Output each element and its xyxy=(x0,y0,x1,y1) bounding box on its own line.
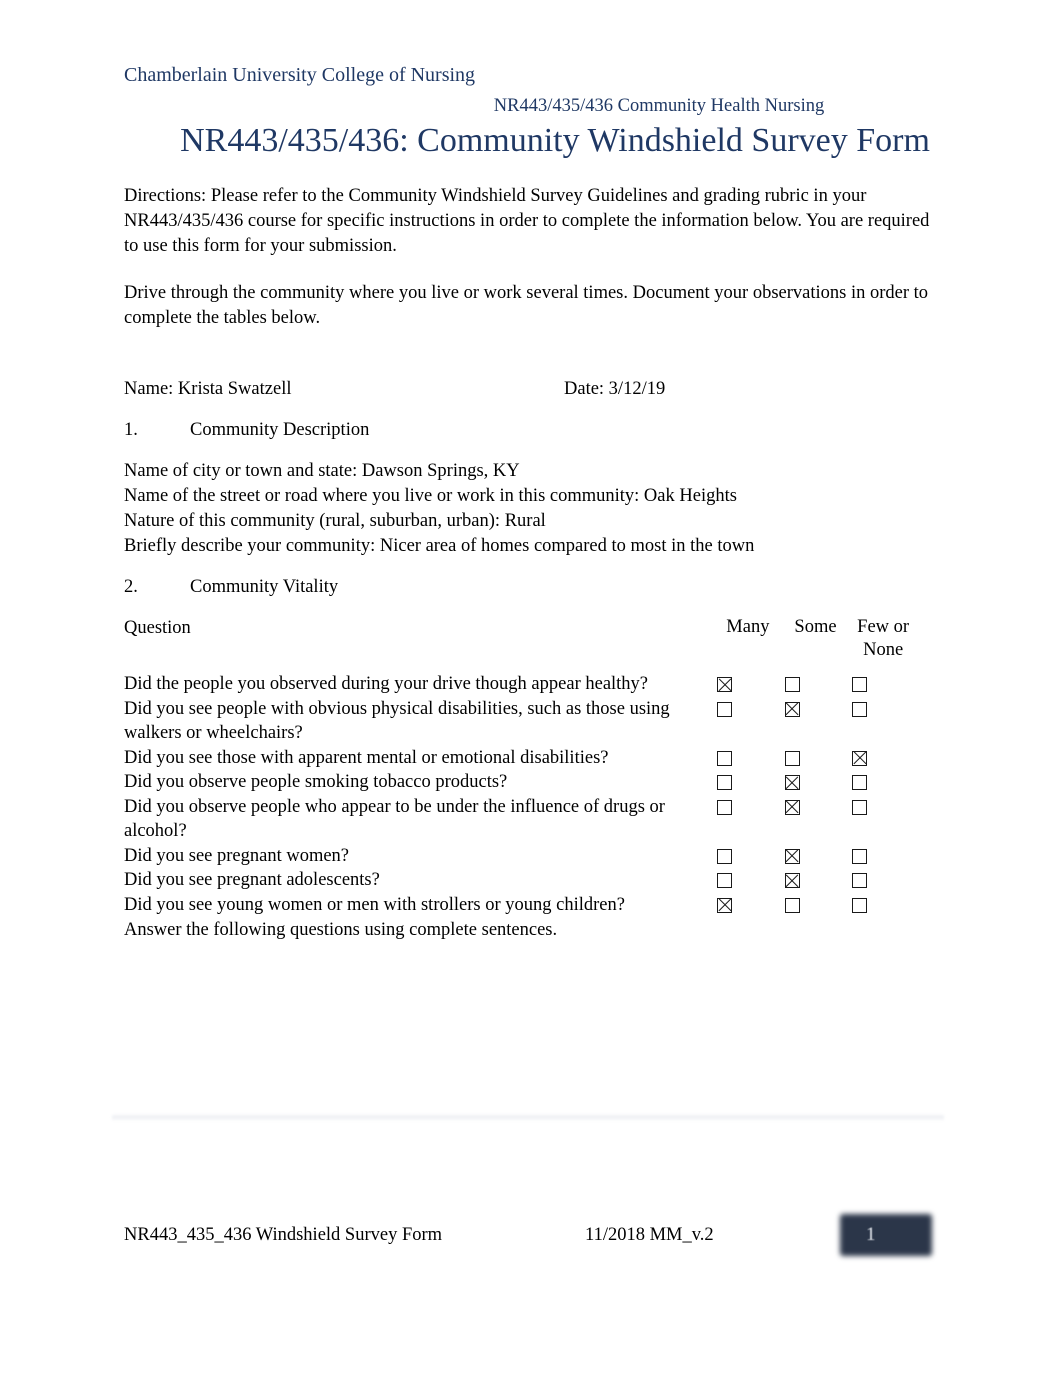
section-2-closing-note: Answer the following questions using com… xyxy=(124,920,558,940)
checkbox-some-checked[interactable] xyxy=(784,873,800,888)
name-date-row: Name: Krista Swatzell Date: 3/12/19 xyxy=(124,377,944,402)
column-header-many: Many xyxy=(726,617,770,637)
checkbox-few-or-none-unchecked[interactable] xyxy=(852,873,868,888)
checkbox-few-or-none-cell xyxy=(852,746,914,771)
checkbox-many-cell xyxy=(717,893,779,918)
checkbox-many-unchecked[interactable] xyxy=(717,873,732,888)
checkbox-few-or-none-unchecked[interactable] xyxy=(852,799,868,815)
section-2-number: 2. xyxy=(124,577,138,597)
course-subtitle: NR443/435/436 Community Health Nursing xyxy=(493,96,825,116)
section-2-heading: 2. Community Vitality xyxy=(124,575,944,600)
organization-heading: Chamberlain University College of Nursin… xyxy=(124,64,476,86)
checkbox-some-cell xyxy=(784,697,847,746)
question-text: Did you see those with apparent mental o… xyxy=(124,747,609,768)
checkbox-many-cell xyxy=(717,770,779,795)
checkbox-few-or-none-unchecked[interactable] xyxy=(852,897,868,913)
section-1-number: 1. xyxy=(124,420,138,440)
checkbox-some-unchecked[interactable] xyxy=(784,897,800,913)
checkbox-some-cell xyxy=(784,672,847,697)
document-content: Chamberlain University College of Nursin… xyxy=(124,0,944,943)
field-street-road[interactable]: Name of the street or road where you liv… xyxy=(124,484,944,509)
question-text: Did the people you observed during your … xyxy=(124,674,649,694)
checkbox-some-checked[interactable] xyxy=(784,848,800,864)
checkbox-many-cell xyxy=(717,844,779,869)
community-description-fields: Name of city or town and state: Dawson S… xyxy=(124,459,944,559)
checkbox-many-checked[interactable] xyxy=(717,897,732,913)
table-header-row: Question Many Some Few or None xyxy=(124,616,914,672)
checkbox-many-cell xyxy=(717,697,779,746)
table-body: Did the people you observed during your … xyxy=(124,672,914,917)
checkbox-few-or-none-unchecked[interactable] xyxy=(852,775,868,790)
checkbox-many-cell xyxy=(717,672,779,697)
checkbox-few-or-none-cell xyxy=(852,844,914,869)
checkbox-some-cell xyxy=(784,893,847,918)
field-community-describe[interactable]: Briefly describe your community: Nicer a… xyxy=(124,534,944,559)
checkbox-few-or-none-cell xyxy=(852,770,914,795)
checkbox-few-or-none-unchecked[interactable] xyxy=(852,701,868,717)
table-row: Did you see young women or men with stro… xyxy=(124,893,914,918)
question-text: Did you see pregnant adolescents? xyxy=(124,870,380,890)
checkbox-few-or-none-cell xyxy=(852,893,914,918)
directions-paragraph-1: Directions: Please refer to the Communit… xyxy=(124,186,930,256)
table-row: Did you see those with apparent mental o… xyxy=(124,746,914,771)
checkbox-some-cell xyxy=(784,868,847,893)
document-page: Chamberlain University College of Nursin… xyxy=(0,0,1062,1377)
date-field[interactable]: Date: 3/12/19 xyxy=(564,377,665,402)
table-row: Did you see pregnant women? xyxy=(124,844,914,869)
checkbox-some-checked[interactable] xyxy=(784,799,800,815)
checkbox-few-or-none-unchecked[interactable] xyxy=(852,677,868,692)
checkbox-some-cell xyxy=(784,795,847,844)
checkbox-many-unchecked[interactable] xyxy=(717,701,732,717)
footer-divider xyxy=(112,1114,944,1121)
checkbox-many-unchecked[interactable] xyxy=(717,750,732,766)
table-row: Did the people you observed during your … xyxy=(124,672,914,697)
table-row: Did you observe people who appear to be … xyxy=(124,795,914,844)
question-text: Did you see young women or men with stro… xyxy=(124,894,625,915)
column-header-few-or-none: Few or None xyxy=(857,617,910,660)
checkbox-some-unchecked[interactable] xyxy=(784,750,800,766)
footer-document-name: NR443_435_436 Windshield Survey Form xyxy=(124,1225,443,1245)
name-field[interactable]: Name: Krista Swatzell xyxy=(124,379,291,399)
footer-version: 11/2018 MM_v.2 xyxy=(585,1225,714,1245)
checkbox-many-cell xyxy=(717,795,779,844)
checkbox-some-cell xyxy=(784,770,847,795)
checkbox-few-or-none-checked[interactable] xyxy=(852,750,868,766)
question-text: Did you see pregnant women? xyxy=(124,845,350,866)
section-2-title: Community Vitality xyxy=(190,577,339,597)
field-community-nature[interactable]: Nature of this community (rural, suburba… xyxy=(124,509,944,534)
checkbox-many-unchecked[interactable] xyxy=(717,799,732,815)
page-footer: NR443_435_436 Windshield Survey Form 11/… xyxy=(124,1214,944,1256)
page-title: NR443/435/436: Community Windshield Surv… xyxy=(180,122,930,159)
checkbox-some-unchecked[interactable] xyxy=(784,677,800,692)
community-vitality-table: Question Many Some Few or None Did the p… xyxy=(124,616,914,917)
checkbox-many-cell xyxy=(717,746,779,771)
section-1-title: Community Description xyxy=(190,420,370,440)
checkbox-few-or-none-cell xyxy=(852,795,914,844)
checkbox-some-cell xyxy=(784,844,847,869)
field-city-state[interactable]: Name of city or town and state: Dawson S… xyxy=(124,459,944,484)
checkbox-few-or-none-cell xyxy=(852,868,914,893)
checkbox-many-unchecked[interactable] xyxy=(717,848,732,864)
page-number: 1 xyxy=(866,1224,876,1245)
checkbox-many-cell xyxy=(717,868,779,893)
checkbox-some-cell xyxy=(784,746,847,771)
column-header-question: Question xyxy=(124,618,191,638)
column-header-some: Some xyxy=(794,617,837,637)
question-text: Did you see people with obvious physical… xyxy=(124,698,670,744)
checkbox-few-or-none-cell xyxy=(852,672,914,697)
checkbox-some-checked[interactable] xyxy=(784,775,800,790)
directions-paragraph-2: Drive through the community where you li… xyxy=(124,283,929,328)
checkbox-many-unchecked[interactable] xyxy=(717,775,732,790)
checkbox-many-checked[interactable] xyxy=(717,677,732,692)
checkbox-few-or-none-cell xyxy=(852,697,914,746)
table-row: Did you see people with obvious physical… xyxy=(124,697,914,746)
table-row: Did you observe people smoking tobacco p… xyxy=(124,770,914,795)
checkbox-some-checked[interactable] xyxy=(784,701,800,717)
table-row: Did you see pregnant adolescents? xyxy=(124,868,914,893)
question-text: Did you observe people who appear to be … xyxy=(124,796,665,842)
section-1-heading: 1. Community Description xyxy=(124,418,944,443)
checkbox-few-or-none-unchecked[interactable] xyxy=(852,848,868,864)
question-text: Did you observe people smoking tobacco p… xyxy=(124,772,508,792)
